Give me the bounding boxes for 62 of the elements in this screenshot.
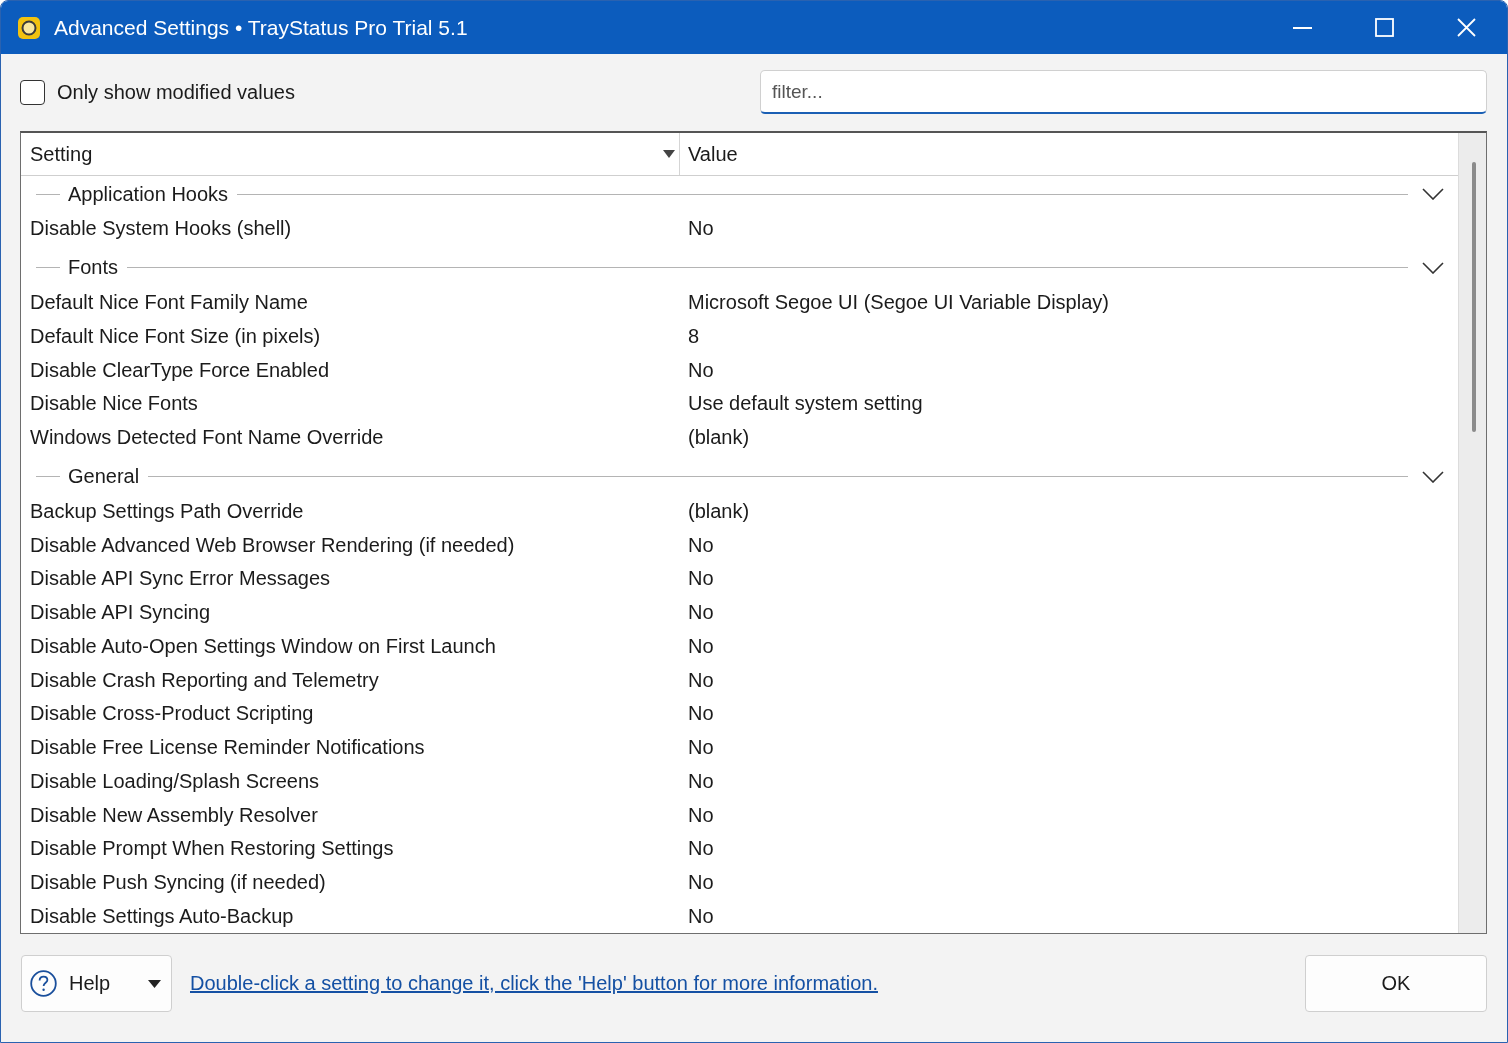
table-cell-text: Microsoft Segoe UI (Segoe UI Variable Display) [687, 291, 1110, 315]
column-header[interactable]: Setting [21, 133, 680, 175]
help-icon [30, 970, 57, 997]
table-cell-text: No [687, 871, 715, 895]
table-cell-text: Windows Detected Font Name Override [29, 426, 385, 450]
chevron-down-icon[interactable] [1422, 470, 1444, 483]
table-cell-text: No [687, 634, 715, 658]
table-cell-text: Disable Push Syncing (if needed) [29, 871, 327, 895]
chevron-down-icon[interactable] [1422, 261, 1444, 274]
table-cell-text: No [687, 702, 715, 726]
table-cell-text: No [687, 217, 715, 241]
scrollbar[interactable] [1458, 133, 1486, 933]
checkbox[interactable] [20, 79, 45, 105]
table-cell-text: Backup Settings Path Override [29, 499, 305, 523]
table-cell-text: No [687, 358, 715, 382]
table-cell-text: 8 [687, 324, 701, 348]
table-cell-text: Disable Auto-Open Settings Window on First Launch [29, 634, 497, 658]
minimize-icon [1292, 26, 1312, 29]
table-cell-text: Disable Loading/Splash Screens [29, 769, 321, 793]
table-cell-text: Disable ClearType Force Enabled [29, 358, 331, 382]
table-cell-text: Default Nice Font Size (in pixels) [29, 324, 322, 348]
table-cell-text: No [687, 803, 715, 827]
table-cell-text: Disable Cross-Product Scripting [29, 702, 315, 726]
table-cell-text: No [687, 668, 715, 692]
table-cell-text: No [687, 601, 715, 625]
help-link[interactable]: Double-click a setting to change it, click the 'Help' button for more information. [190, 972, 878, 995]
group-title: Fonts [68, 256, 119, 280]
table-cell-text: Disable System Hooks (shell) [29, 217, 293, 241]
app-icon [18, 16, 40, 39]
table-cell-text: No [687, 533, 715, 557]
table-cell-text: Default Nice Font Family Name [29, 291, 309, 315]
help-button[interactable]: Help [21, 955, 172, 1012]
table-cell-text: No [687, 736, 715, 760]
table-cell-text: No [687, 769, 715, 793]
ok-button[interactable]: OK [1305, 955, 1487, 1012]
chevron-down-icon[interactable] [1422, 188, 1444, 200]
table-cell-text: Use default system setting [687, 392, 924, 416]
filter-field[interactable]: filter... [760, 70, 1487, 114]
table-cell-text: (blank) [687, 426, 751, 450]
column-header[interactable]: Value [680, 133, 1458, 175]
table-cell-text: Disable API Sync Error Messages [29, 567, 332, 591]
table-cell-text: Disable API Syncing [29, 601, 212, 625]
window-title: Advanced Settings • TrayStatus Pro Trial 5.1 [54, 15, 468, 40]
table-cell-text: Disable New Assembly Resolver [29, 803, 319, 827]
caret-down-icon[interactable] [148, 979, 161, 988]
table-cell-text: Disable Settings Auto-Backup [29, 904, 295, 928]
table-cell-text: No [687, 567, 715, 591]
group-title: General [68, 465, 140, 488]
table-cell-text: Disable Nice Fonts [29, 392, 199, 416]
scrollbar-thumb[interactable] [1471, 162, 1476, 432]
table-cell-text: (blank) [687, 499, 751, 523]
table-cell-text: No [687, 837, 715, 861]
table-cell-text: Disable Advanced Web Browser Rendering (if needed) [29, 533, 516, 557]
checkbox-label[interactable]: Only show modified values [57, 80, 295, 104]
table-cell-text: No [687, 904, 715, 928]
dropdown-arrow-icon[interactable] [663, 150, 675, 158]
close-icon [1456, 18, 1476, 37]
table-cell-text: Disable Free License Reminder Notifications [29, 736, 426, 760]
group-title: Application Hooks [68, 182, 229, 206]
table-cell-text: Disable Prompt When Restoring Settings [29, 837, 395, 861]
table-cell-text: Disable Crash Reporting and Telemetry [29, 668, 380, 692]
maximize-icon [1374, 18, 1394, 37]
